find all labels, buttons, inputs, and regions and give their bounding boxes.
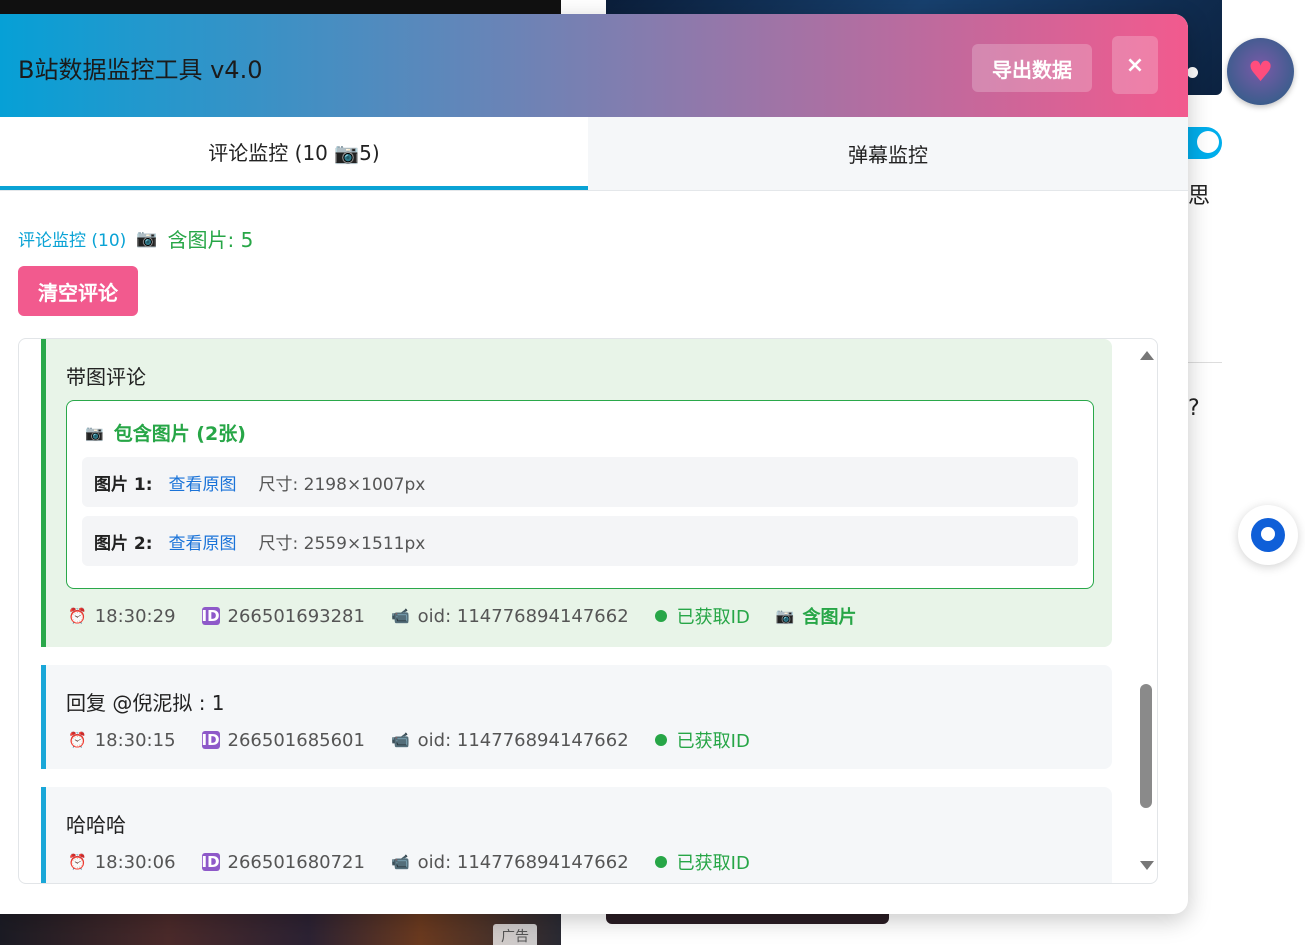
comment-id: 266501685601 (227, 729, 365, 751)
comment-time: 18:30:15 (94, 729, 176, 751)
id-badge-icon: ID (201, 731, 220, 749)
comment-count-label: 评论监控 (10) (18, 231, 127, 251)
comment-card: 回复 @倪泥拟 : 1 ⏰ 18:30:15 ID 266501685601 📹 oi… (41, 665, 1112, 769)
background-text: 思 (1188, 184, 1211, 209)
comment-text: 哈哈哈 (66, 813, 126, 837)
comment-oid: oid: 114776894147662 (417, 605, 629, 627)
green-dot-icon (654, 734, 667, 746)
view-original-link[interactable]: 查看原图 (169, 470, 237, 495)
video-camera-icon: 📹 (390, 731, 410, 749)
panel-title: B站数据监控工具 v4.0 (18, 56, 263, 84)
tab-danmaku-monitor[interactable]: 弹幕监控 (588, 117, 1188, 190)
image-count-label: 含图片: 5 (167, 228, 254, 252)
comment-meta: ⏰ 18:30:15 ID 266501685601 📹 oid: 114776894… (68, 727, 776, 753)
background-text: ? (1188, 396, 1200, 421)
background-avatar[interactable]: ♥ (1227, 38, 1294, 105)
image-box-title-text: 包含图片 (2张) (113, 423, 246, 445)
scrollbar[interactable] (1139, 339, 1155, 883)
comment-list[interactable]: 带图评论 📷 包含图片 (2张) 图片 1: 查看原图 尺寸: 2198×100… (18, 338, 1158, 884)
image-size: 尺寸: 2559×1511px (258, 533, 426, 554)
id-status: 已获取ID (676, 731, 750, 752)
green-dot-icon (654, 610, 667, 622)
comment-oid: oid: 114776894147662 (417, 729, 629, 751)
camera-icon: 📷 (85, 423, 104, 442)
comment-oid: oid: 114776894147662 (417, 851, 629, 873)
clear-comments-button[interactable]: 清空评论 (18, 266, 138, 316)
image-box-title: 📷 包含图片 (2张) (85, 419, 246, 446)
image-attachment-box: 📷 包含图片 (2张) 图片 1: 查看原图 尺寸: 2198×1007px 图… (66, 400, 1094, 589)
comment-card: 带图评论 📷 包含图片 (2张) 图片 1: 查看原图 尺寸: 2198×100… (41, 339, 1112, 647)
comment-card: 哈哈哈 ⏰ 18:30:06 ID 266501680721 📹 oid: 11477… (41, 787, 1112, 883)
alarm-clock-icon: ⏰ (68, 731, 87, 749)
green-dot-icon (654, 856, 667, 868)
id-status: 已获取ID (676, 853, 750, 874)
comment-text: 回复 @倪泥拟 : 1 (66, 691, 225, 715)
id-badge-icon: ID (201, 853, 220, 871)
chat-icon (1251, 518, 1285, 552)
id-badge-icon: ID (201, 607, 220, 625)
comment-time: 18:30:06 (94, 851, 176, 873)
tab-comment-monitor[interactable]: 评论监控 (10 📷5) (0, 117, 588, 190)
background-ad-banner[interactable] (0, 912, 561, 945)
heart-icon: ♥ (1247, 55, 1274, 88)
background-floating-button[interactable] (1238, 505, 1298, 565)
background-divider (1188, 362, 1222, 363)
background-dot (1187, 67, 1198, 78)
scroll-up-arrow-icon[interactable] (1140, 351, 1154, 360)
image-row: 图片 2: 查看原图 尺寸: 2559×1511px (82, 516, 1078, 566)
id-status: 已获取ID (676, 607, 750, 628)
comment-id: 266501693281 (227, 605, 365, 627)
monitor-panel: B站数据监控工具 v4.0 导出数据 × 评论监控 (10 📷5) 弹幕监控 评… (0, 14, 1188, 914)
camera-icon: 📷 (136, 228, 158, 249)
video-camera-icon: 📹 (390, 853, 410, 871)
scroll-down-arrow-icon[interactable] (1140, 861, 1154, 870)
has-image-tag: 含图片 (802, 607, 857, 628)
camera-icon: 📷 (775, 607, 795, 625)
view-original-link[interactable]: 查看原图 (169, 529, 237, 554)
comment-text: 带图评论 (66, 365, 146, 389)
image-label: 图片 2: (94, 533, 153, 554)
video-camera-icon: 📹 (390, 607, 410, 625)
panel-header: B站数据监控工具 v4.0 导出数据 × (0, 14, 1188, 117)
image-row: 图片 1: 查看原图 尺寸: 2198×1007px (82, 457, 1078, 507)
comment-summary: 评论监控 (10) 📷 含图片: 5 (18, 224, 253, 253)
comment-meta: ⏰ 18:30:06 ID 266501680721 📹 oid: 114776894… (68, 849, 776, 875)
background-video-thumbnail (0, 0, 561, 14)
image-label: 图片 1: (94, 474, 153, 495)
close-button[interactable]: × (1112, 36, 1158, 94)
image-size: 尺寸: 2198×1007px (258, 474, 426, 495)
comment-id: 266501680721 (227, 851, 365, 873)
scrollbar-thumb[interactable] (1140, 684, 1152, 808)
alarm-clock-icon: ⏰ (68, 607, 87, 625)
ad-tag: 广告 (493, 924, 537, 948)
background-toggle[interactable] (1188, 127, 1222, 159)
comment-time: 18:30:29 (94, 605, 176, 627)
alarm-clock-icon: ⏰ (68, 853, 87, 871)
tab-bar: 评论监控 (10 📷5) 弹幕监控 (0, 117, 1188, 191)
comment-meta: ⏰ 18:30:29 ID 266501693281 📹 oid: 114776894… (68, 603, 883, 629)
export-data-button[interactable]: 导出数据 (972, 44, 1092, 92)
